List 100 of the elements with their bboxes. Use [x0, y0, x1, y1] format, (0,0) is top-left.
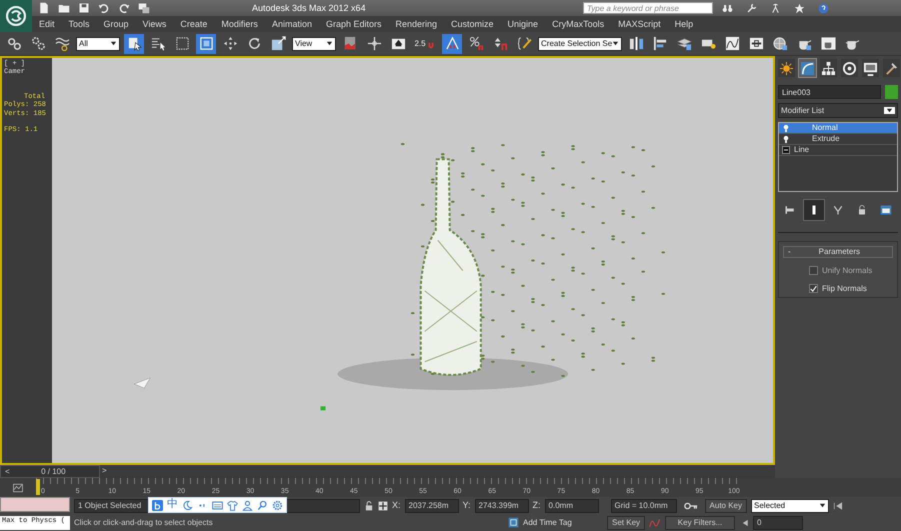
panel-tab[interactable] — [778, 59, 795, 77]
modifier-stack-item[interactable]: Extrude — [779, 134, 897, 145]
schematic-icon — [748, 36, 764, 51]
menu-item[interactable]: Tools — [62, 18, 97, 30]
next-frame-button[interactable]: > — [102, 466, 107, 476]
curve-graph-icon — [724, 36, 740, 51]
scale-icon — [270, 36, 286, 51]
cross-icon — [366, 36, 382, 51]
key-filters-button[interactable]: Key Filters... — [665, 516, 736, 530]
modifier-stack[interactable]: Normal Extrude Line — [778, 122, 898, 192]
checkbox-label: Flip Normals — [822, 284, 867, 294]
redo-icon — [118, 2, 130, 14]
dropdown-value: All — [79, 38, 88, 48]
percent-magnet-icon — [468, 36, 484, 51]
rotate-icon — [246, 36, 262, 51]
sphere-grid-icon — [772, 36, 788, 51]
menu-item[interactable]: MAXScript — [611, 18, 668, 30]
toolbar-dropdown[interactable]: Create Selection Se — [538, 36, 622, 50]
menu-item[interactable]: Views — [136, 18, 174, 30]
coordinate-field[interactable]: 0.0mm — [544, 498, 599, 512]
rollout-toggle[interactable]: - — [788, 247, 791, 257]
star-icon — [794, 2, 804, 14]
menu-item[interactable]: CryMaxTools — [545, 18, 612, 30]
settings-icon — [272, 500, 283, 510]
modifier-stack-item[interactable]: Line — [779, 145, 897, 156]
menu-item[interactable]: Modifiers — [214, 18, 265, 30]
moon-icon — [182, 500, 193, 510]
time-tag-label[interactable]: Add Time Tag — [523, 518, 603, 528]
logo-icon — [5, 5, 27, 27]
time-slider-thumb[interactable]: < 0 / 100 — [0, 465, 100, 478]
current-frame-field[interactable]: 0 — [753, 516, 804, 530]
window-crossing-button[interactable] — [196, 34, 216, 54]
angle-snap-button[interactable] — [442, 34, 462, 54]
monitor-icon — [863, 60, 878, 76]
dashed-rectangle-icon — [174, 36, 190, 51]
snap-label: 2.5 — [414, 38, 426, 48]
expand-icon — [782, 146, 790, 154]
transform-mode-icon — [378, 500, 388, 510]
help-icon — [818, 2, 828, 14]
fork-icon — [832, 204, 844, 216]
toolbar-dropdown[interactable]: View — [292, 36, 336, 50]
menu-item[interactable]: Edit — [32, 18, 62, 30]
menu-item[interactable]: Unigine — [500, 18, 546, 30]
grid-size: Grid = 10.0mm — [610, 498, 677, 512]
select-object-button[interactable] — [124, 34, 144, 54]
search-field[interactable]: Type a keyword or phrase — [583, 2, 713, 14]
caret-icon — [819, 502, 826, 509]
input-mode-toggle[interactable]: 中 — [167, 498, 178, 512]
modifier-list-dropdown[interactable]: Modifier List — [778, 103, 898, 118]
panel-tab[interactable] — [862, 59, 879, 77]
check-icon — [810, 284, 817, 293]
time-marker[interactable] — [36, 479, 40, 495]
coordinate-label: X: — [392, 500, 401, 511]
previous-frame-button[interactable]: < — [1, 466, 14, 476]
coordinate-field[interactable]: 2743.399m — [474, 498, 529, 512]
pin-icon — [784, 204, 796, 216]
dropdown-value: Create Selection Se — [541, 38, 612, 48]
panel-tab[interactable] — [883, 59, 900, 77]
panel-tab[interactable] — [820, 59, 837, 77]
menu-item[interactable]: Group — [96, 18, 136, 30]
coordinate-field[interactable]: 2037.258m — [404, 498, 459, 512]
keyboard-icon — [212, 500, 223, 510]
snap-toggle-button[interactable]: 2.5 — [412, 34, 438, 54]
key-mode-dropdown[interactable]: Selected — [751, 498, 829, 512]
object-color-swatch[interactable] — [885, 85, 898, 99]
project-folder-button[interactable] — [136, 1, 152, 15]
menu-item[interactable]: Animation — [264, 18, 319, 30]
coordinate-label: Y: — [462, 500, 471, 511]
panel-tab[interactable] — [841, 59, 858, 77]
go-to-start-icon — [833, 500, 843, 510]
auto-key-button[interactable]: Auto Key — [704, 498, 747, 512]
object-name-field[interactable]: Line003 — [778, 85, 881, 99]
braces-pencil-icon — [516, 36, 532, 51]
camera-object-drawing — [133, 377, 150, 388]
spinner-magnet-icon — [492, 36, 508, 51]
coordinate-label: Z: — [532, 500, 541, 511]
mirror-icon — [628, 36, 644, 51]
set-key-button[interactable]: Set Key — [607, 516, 646, 530]
window-title: Autodesk 3ds Max 2012 x64 — [251, 2, 366, 14]
panel-tab[interactable] — [799, 59, 816, 77]
menu-item[interactable]: Help — [668, 18, 700, 30]
save-icon — [78, 2, 90, 14]
bar-button[interactable] — [804, 200, 824, 220]
menu-item[interactable]: Rendering — [388, 18, 444, 30]
toolbar-dropdown[interactable]: All — [76, 36, 120, 50]
lock-icon — [364, 500, 374, 510]
app-logo[interactable] — [0, 0, 32, 32]
menu-item[interactable]: Graph Editors — [318, 18, 388, 30]
checkbox[interactable] — [809, 266, 818, 276]
upload-icon — [390, 36, 406, 51]
rollout-header[interactable]: - Parameters — [783, 246, 893, 258]
input-method-toolbar[interactable]: 中 — [148, 497, 287, 513]
menu-item[interactable]: Customize — [444, 18, 501, 30]
modifier-stack-item[interactable]: Normal — [779, 123, 897, 134]
project-folder-icon — [138, 2, 150, 14]
ring-icon — [842, 60, 857, 76]
rollout-title: Parameters — [818, 247, 862, 257]
menu-item[interactable]: Create — [173, 18, 214, 30]
checkbox[interactable] — [809, 284, 818, 293]
curve-icon — [649, 516, 662, 528]
